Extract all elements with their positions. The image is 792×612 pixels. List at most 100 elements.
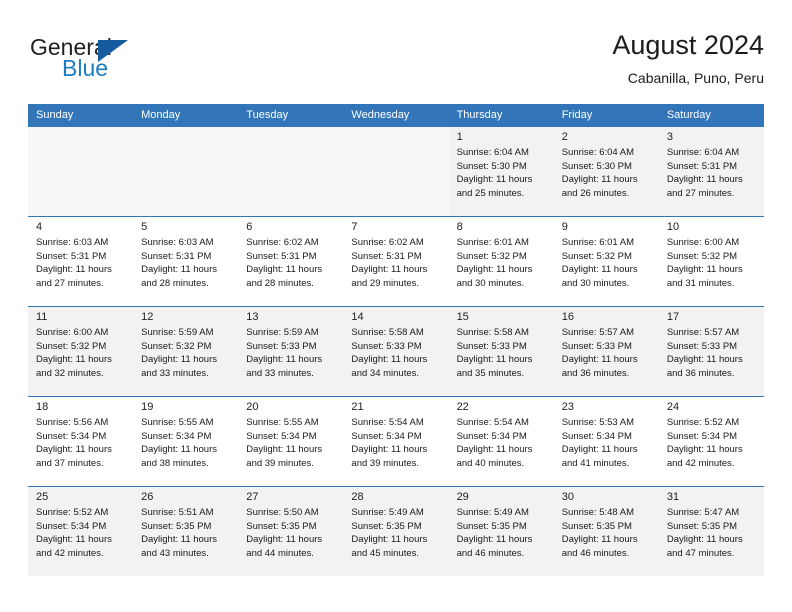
- weekday-header-row: Sunday Monday Tuesday Wednesday Thursday Frid…: [28, 104, 764, 126]
- day-daylight2-line: and 36 minutes.: [666, 367, 735, 379]
- day-daylight1-line: Daylight: 11 hours: [666, 174, 743, 185]
- day-number: 8: [456, 221, 463, 233]
- day-daylight1-line: Daylight: 11 hours: [36, 264, 112, 275]
- day-sunset-line: Sunset: 5:31 PM: [141, 250, 212, 262]
- brand-logo[interactable]: General Blue: [28, 30, 248, 92]
- calendar-day-cell-10[interactable]: 10 Sunrise: 6:00 AM Sunset: 5:32 PM Dayligh…: [658, 216, 764, 306]
- calendar-day-cell-21[interactable]: 21 Sunrise: 5:54 AM Sunset: 5:34 PM Dayligh…: [343, 396, 449, 486]
- calendar-day-cell-19[interactable]: 19 Sunrise: 5:55 AM Sunset: 5:34 PM Dayligh…: [133, 396, 239, 486]
- calendar-day-cell-15[interactable]: 15 Sunrise: 5:58 AM Sunset: 5:33 PM Dayligh…: [448, 306, 554, 396]
- day-daylight1-line: Daylight: 11 hours: [456, 534, 533, 545]
- day-daylight1-line: Daylight: 11 hours: [351, 444, 428, 455]
- day-sunset-line: Sunset: 5:30 PM: [561, 160, 632, 172]
- day-sunset-line: Sunset: 5:31 PM: [36, 250, 107, 262]
- day-daylight1-line: Daylight: 11 hours: [246, 444, 323, 455]
- calendar-day-cell-26[interactable]: 26 Sunrise: 5:51 AM Sunset: 5:35 PM Dayligh…: [133, 486, 239, 576]
- calendar-day-cell-12[interactable]: 12 Sunrise: 5:59 AM Sunset: 5:32 PM Dayligh…: [133, 306, 239, 396]
- day-sunset-line: Sunset: 5:32 PM: [36, 340, 107, 352]
- calendar-day-cell-27[interactable]: 27 Sunrise: 5:50 AM Sunset: 5:35 PM Dayligh…: [238, 486, 344, 576]
- day-daylight2-line: and 30 minutes.: [456, 277, 525, 289]
- day-sunset-line: Sunset: 5:31 PM: [246, 250, 317, 262]
- calendar-week-row: 4 Sunrise: 6:03 AM Sunset: 5:31 PM Daylight…: [28, 216, 764, 306]
- calendar-cell: 12 Sunrise: 5:59 AM Sunset: 5:32 PM Dayligh…: [133, 306, 239, 396]
- day-number: 20: [246, 401, 259, 413]
- day-daylight1-line: Daylight: 11 hours: [456, 444, 533, 455]
- day-sun-info: Sunrise: 5:50 AM Sunset: 5:35 PM Daylight:…: [246, 506, 337, 560]
- calendar-day-cell-22[interactable]: 22 Sunrise: 5:54 AM Sunset: 5:34 PM Dayligh…: [448, 396, 554, 486]
- calendar-day-cell-17[interactable]: 17 Sunrise: 5:57 AM Sunset: 5:33 PM Dayligh…: [658, 306, 764, 396]
- day-daylight2-line: and 36 minutes.: [561, 367, 630, 379]
- day-sunrise-line: Sunrise: 6:03 AM: [141, 237, 214, 248]
- calendar-cell: 20 Sunrise: 5:55 AM Sunset: 5:34 PM Dayligh…: [238, 396, 344, 486]
- calendar-cell: 10 Sunrise: 6:00 AM Sunset: 5:32 PM Dayligh…: [658, 216, 764, 306]
- calendar-day-cell-5[interactable]: 5 Sunrise: 6:03 AM Sunset: 5:31 PM Daylight…: [133, 216, 239, 306]
- day-daylight1-line: Daylight: 11 hours: [666, 444, 743, 455]
- calendar-day-cell-25[interactable]: 25 Sunrise: 5:52 AM Sunset: 5:34 PM Dayligh…: [28, 486, 134, 576]
- calendar-day-cell-30[interactable]: 30 Sunrise: 5:48 AM Sunset: 5:35 PM Dayligh…: [553, 486, 659, 576]
- day-daylight2-line: and 40 minutes.: [456, 457, 525, 469]
- calendar-day-cell-4[interactable]: 4 Sunrise: 6:03 AM Sunset: 5:31 PM Daylight…: [28, 216, 134, 306]
- day-sunrise-line: Sunrise: 5:50 AM: [246, 507, 319, 518]
- page-title: August 2024: [612, 30, 764, 60]
- day-sunrise-line: Sunrise: 5:54 AM: [456, 417, 529, 428]
- day-sunrise-line: Sunrise: 6:04 AM: [666, 147, 740, 158]
- weekday-header-friday: Friday: [553, 104, 659, 126]
- day-sun-info: Sunrise: 6:01 AM Sunset: 5:32 PM Daylight:…: [562, 236, 653, 290]
- brand-name-blue: Blue: [62, 55, 109, 81]
- calendar-day-cell-18[interactable]: 18 Sunrise: 5:56 AM Sunset: 5:34 PM Dayligh…: [28, 396, 134, 486]
- calendar-day-cell-11[interactable]: 11 Sunrise: 6:00 AM Sunset: 5:32 PM Dayligh…: [28, 306, 134, 396]
- calendar-day-cell-2[interactable]: 2 Sunrise: 6:04 AM Sunset: 5:30 PM Daylight…: [553, 126, 659, 216]
- day-daylight2-line: and 33 minutes.: [141, 367, 209, 379]
- day-sunrise-line: Sunrise: 6:02 AM: [246, 237, 319, 248]
- day-sunset-line: Sunset: 5:34 PM: [351, 430, 422, 442]
- day-sunset-line: Sunset: 5:34 PM: [36, 520, 107, 532]
- day-number: 30: [561, 491, 574, 503]
- day-sun-info: Sunrise: 6:03 AM Sunset: 5:31 PM Daylight:…: [36, 236, 127, 290]
- calendar-day-cell-29[interactable]: 29 Sunrise: 5:49 AM Sunset: 5:35 PM Dayligh…: [448, 486, 554, 576]
- calendar-day-cell-24[interactable]: 24 Sunrise: 5:52 AM Sunset: 5:34 PM Dayligh…: [658, 396, 764, 486]
- day-sunset-line: Sunset: 5:35 PM: [666, 520, 738, 532]
- day-daylight1-line: Daylight: 11 hours: [561, 444, 638, 455]
- day-number: 1: [456, 131, 463, 143]
- day-number: 11: [36, 311, 48, 323]
- calendar-day-cell-13[interactable]: 13 Sunrise: 5:59 AM Sunset: 5:33 PM Dayligh…: [238, 306, 344, 396]
- day-sunset-line: Sunset: 5:34 PM: [36, 430, 107, 442]
- day-sunrise-line: Sunrise: 6:04 AM: [561, 147, 635, 158]
- day-sunrise-line: Sunrise: 5:53 AM: [561, 417, 635, 428]
- day-number: 24: [666, 401, 680, 413]
- day-sunset-line: Sunset: 5:33 PM: [456, 340, 527, 352]
- calendar-week-row: 18 Sunrise: 5:56 AM Sunset: 5:34 PM Dayligh…: [28, 396, 764, 486]
- day-number: 21: [351, 401, 364, 413]
- day-daylight1-line: Daylight: 11 hours: [351, 534, 428, 545]
- calendar-day-cell-empty: [343, 126, 449, 216]
- day-daylight2-line: and 46 minutes.: [561, 547, 630, 559]
- calendar-page: General Blue August 2024 Cabanilla, Puno…: [0, 0, 792, 612]
- day-sun-info: Sunrise: 5:51 AM Sunset: 5:35 PM Daylight:…: [141, 506, 232, 560]
- day-daylight2-line: and 28 minutes.: [141, 277, 209, 289]
- day-daylight2-line: and 46 minutes.: [456, 547, 525, 559]
- calendar-day-cell-1[interactable]: 1 Sunrise: 6:04 AM Sunset: 5:30 PM Daylight…: [448, 126, 554, 216]
- day-number: 12: [141, 311, 154, 323]
- calendar-day-cell-9[interactable]: 9 Sunrise: 6:01 AM Sunset: 5:32 PM Daylight…: [553, 216, 659, 306]
- calendar-day-cell-7[interactable]: 7 Sunrise: 6:02 AM Sunset: 5:31 PM Daylight…: [343, 216, 449, 306]
- calendar-day-cell-14[interactable]: 14 Sunrise: 5:58 AM Sunset: 5:33 PM Dayligh…: [343, 306, 449, 396]
- calendar-day-cell-8[interactable]: 8 Sunrise: 6:01 AM Sunset: 5:32 PM Daylight…: [448, 216, 554, 306]
- calendar-day-cell-empty: [133, 126, 239, 216]
- day-number: 15: [456, 311, 469, 323]
- calendar-cell: 23 Sunrise: 5:53 AM Sunset: 5:34 PM Dayligh…: [553, 396, 659, 486]
- day-sunrise-line: Sunrise: 5:49 AM: [456, 507, 529, 518]
- calendar-day-cell-6[interactable]: 6 Sunrise: 6:02 AM Sunset: 5:31 PM Daylight…: [238, 216, 344, 306]
- calendar-day-cell-28[interactable]: 28 Sunrise: 5:49 AM Sunset: 5:35 PM Dayligh…: [343, 486, 449, 576]
- day-sunset-line: Sunset: 5:34 PM: [666, 430, 738, 442]
- calendar-day-cell-31[interactable]: 31 Sunrise: 5:47 AM Sunset: 5:35 PM Dayligh…: [658, 486, 764, 576]
- day-sunset-line: Sunset: 5:34 PM: [456, 430, 527, 442]
- calendar-day-cell-20[interactable]: 20 Sunrise: 5:55 AM Sunset: 5:34 PM Dayligh…: [238, 396, 344, 486]
- day-sun-info: Sunrise: 5:58 AM Sunset: 5:33 PM Daylight:…: [351, 326, 442, 380]
- day-number: 10: [666, 221, 680, 233]
- calendar-day-cell-3[interactable]: 3 Sunrise: 6:04 AM Sunset: 5:31 PM Daylight…: [658, 126, 764, 216]
- calendar-day-cell-23[interactable]: 23 Sunrise: 5:53 AM Sunset: 5:34 PM Dayligh…: [553, 396, 659, 486]
- day-sunrise-line: Sunrise: 5:59 AM: [246, 327, 319, 338]
- day-number: 2: [561, 131, 568, 143]
- day-sun-info: Sunrise: 6:00 AM Sunset: 5:32 PM Daylight:…: [36, 326, 127, 380]
- calendar-day-cell-16[interactable]: 16 Sunrise: 5:57 AM Sunset: 5:33 PM Dayligh…: [553, 306, 659, 396]
